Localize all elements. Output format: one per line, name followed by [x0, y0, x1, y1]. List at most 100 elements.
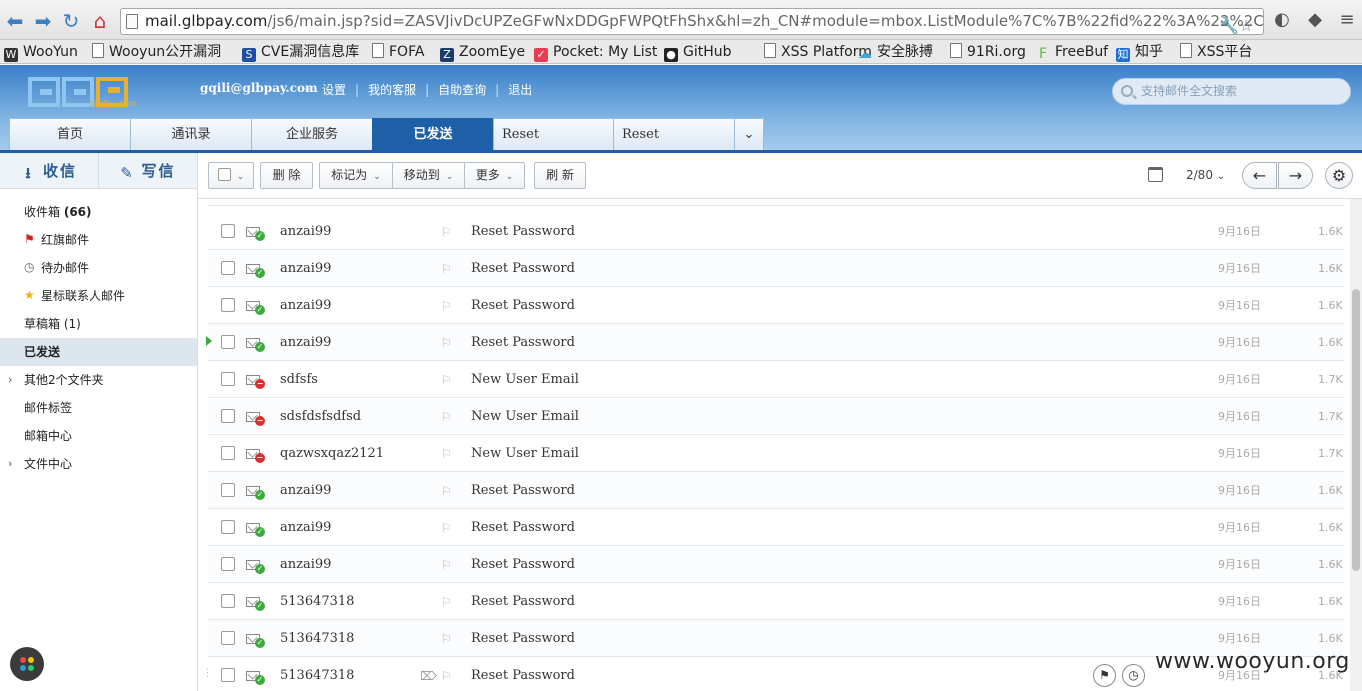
sidebar-item-other-folders[interactable]: › 其他2个文件夹 — [0, 366, 197, 394]
more-button[interactable]: 更多 ⌄ — [464, 162, 525, 189]
flag-icon[interactable]: ⚐ — [441, 410, 452, 424]
bookmark-icon[interactable]: ⚑ — [1093, 664, 1116, 687]
row-checkbox[interactable] — [221, 372, 235, 386]
bookmark-item[interactable]: 91Ri.org — [950, 42, 1026, 62]
delete-button[interactable]: 删 除 — [260, 162, 313, 189]
bookmark-item[interactable]: XSS Platform — [764, 42, 872, 62]
clock-icon[interactable]: ◷ — [1122, 664, 1145, 687]
flag-icon[interactable]: ⚐ — [441, 262, 452, 276]
mail-row[interactable]: − sdfsfs ⚐ New User Email 9月16日 1.7K — [208, 361, 1344, 398]
forward-arrow-icon[interactable]: ➡ — [32, 10, 54, 32]
back-arrow-icon[interactable]: ⬅ — [4, 10, 26, 32]
flag-icon[interactable]: ⚐ — [441, 373, 452, 387]
mail-row-partial[interactable] — [208, 199, 1344, 206]
flag-icon[interactable]: ⚐ — [441, 632, 452, 646]
row-checkbox[interactable] — [221, 409, 235, 423]
tab-mail-1[interactable]: Reset Password✕ — [493, 118, 614, 152]
compose-button[interactable]: ✎ 写信 — [98, 153, 196, 189]
flag-icon[interactable]: ⚐ — [441, 336, 452, 350]
sidebar-item-file-center[interactable]: › 文件中心 — [0, 450, 197, 478]
bookmark-item[interactable]: FOFA — [372, 42, 424, 62]
row-checkbox[interactable] — [221, 446, 235, 460]
calendar-icon[interactable] — [1148, 167, 1163, 182]
extension-icon[interactable]: 🔧 — [1219, 13, 1239, 34]
bookmark-item[interactable]: ● GitHub — [664, 42, 732, 62]
extension-diamond-icon[interactable]: ◆ — [1304, 9, 1326, 31]
mail-row[interactable]: ✓ anzai99 ⚐ Reset Password 9月16日 1.6K — [208, 287, 1344, 324]
bookmark-item[interactable]: ✓ Pocket: My List — [534, 42, 657, 62]
select-all-button[interactable]: ⌄ — [208, 162, 254, 189]
row-checkbox[interactable] — [221, 594, 235, 608]
mail-row[interactable]: ✓ anzai99 ⚐ Reset Password 9月16日 1.6K — [208, 213, 1344, 250]
mail-row[interactable]: ✓ anzai99 ⚐ Reset Password 9月16日 1.6K — [208, 250, 1344, 287]
address-bar[interactable]: mail.glbpay.com/js6/main.jsp?sid=ZASVJiv… — [120, 8, 1264, 35]
search-input[interactable]: 支持邮件全文搜索 — [1112, 78, 1351, 105]
tab-sent[interactable]: 已发送 — [372, 118, 494, 152]
receive-button[interactable]: ⭳ 收信 — [0, 153, 98, 189]
sidebar-item-mailbox-center[interactable]: 邮箱中心 — [0, 422, 197, 450]
customer-service-link[interactable]: 我的客服 — [368, 83, 416, 97]
flag-icon[interactable]: ⚐ — [441, 484, 452, 498]
mail-row[interactable]: − sdsfdsfsdfsd ⚐ New User Email 9月16日 1.7K — [208, 398, 1344, 435]
row-checkbox[interactable] — [221, 631, 235, 645]
move-to-button[interactable]: 移动到 ⌄ — [392, 162, 465, 189]
tab-enterprise[interactable]: 企业服务 — [251, 118, 373, 152]
chevron-down-icon[interactable]: ⌄ — [303, 81, 312, 94]
globe-icon[interactable]: ◐ — [1271, 9, 1293, 31]
scrollbar-thumb[interactable] — [1352, 289, 1360, 571]
sidebar-item-labels[interactable]: 邮件标签 — [0, 394, 197, 422]
sidebar-item-sent[interactable]: 已发送 — [0, 338, 197, 366]
list-settings-button[interactable]: ⚙ — [1325, 162, 1353, 189]
home-icon[interactable]: ⌂ — [89, 10, 111, 32]
trash-icon[interactable]: ⌦ — [420, 669, 437, 683]
mail-row[interactable]: ✓ anzai99 ⚐ Reset Password 9月16日 1.6K — [206, 324, 1344, 361]
reload-icon[interactable]: ↻ — [60, 10, 82, 32]
tab-mail-2[interactable]: Reset Password✕ — [613, 118, 735, 152]
flag-icon[interactable]: ⚐ — [441, 521, 452, 535]
drag-handle-icon[interactable]: :: — [206, 667, 209, 680]
mail-row[interactable]: ✓ anzai99 ⚐ Reset Password 9月16日 1.6K — [208, 546, 1344, 583]
bookmark-item[interactable]: S CVE漏洞信息库 — [242, 42, 359, 62]
logout-link[interactable]: 退出 — [508, 83, 532, 97]
mail-row[interactable]: ✓ anzai99 ⚐ Reset Password 9月16日 1.6K — [208, 509, 1344, 546]
sidebar-item-starred[interactable]: ★ 星标联系人邮件 — [0, 282, 197, 310]
bookmark-item[interactable]: ☁ 安全脉搏 — [858, 42, 933, 62]
row-checkbox[interactable] — [221, 668, 235, 682]
bookmark-star-icon[interactable]: ☆ — [1239, 13, 1253, 34]
chevron-right-icon[interactable]: › — [8, 450, 12, 478]
apps-grid-icon[interactable] — [10, 647, 44, 681]
bookmark-item[interactable]: Wooyun公开漏洞 — [92, 42, 221, 62]
flag-icon[interactable]: ⚐ — [441, 669, 452, 683]
tab-home[interactable]: 首页 — [9, 118, 131, 152]
settings-link[interactable]: 设置 — [322, 83, 346, 97]
row-checkbox[interactable] — [221, 261, 235, 275]
mail-row[interactable]: − qazwsxqaz2121 ⚐ New User Email 9月16日 1.7K — [208, 435, 1344, 472]
bookmark-item[interactable]: Z ZoomEye — [440, 42, 525, 62]
tab-contacts[interactable]: 通讯录 — [130, 118, 252, 152]
row-checkbox[interactable] — [221, 520, 235, 534]
row-checkbox[interactable] — [221, 483, 235, 497]
row-checkbox[interactable] — [221, 335, 235, 349]
row-checkbox[interactable] — [221, 298, 235, 312]
tabs-more-button[interactable]: ⌄ — [734, 118, 764, 152]
row-checkbox[interactable] — [221, 224, 235, 238]
mail-row[interactable]: ✓ 513647318 ⚐ Reset Password 9月16日 1.6K — [208, 583, 1344, 620]
mark-as-button[interactable]: 标记为 ⌄ — [319, 162, 393, 189]
page-indicator[interactable]: 2/80 ⌄ — [1186, 162, 1225, 190]
prev-page-button[interactable]: ← — [1242, 162, 1277, 189]
bookmark-item[interactable]: F FreeBuf — [1036, 42, 1108, 62]
menu-icon[interactable]: ≡ — [1336, 9, 1358, 31]
scrollbar[interactable] — [1350, 199, 1362, 691]
mail-row[interactable]: ✓ anzai99 ⚐ Reset Password 9月16日 1.6K — [208, 472, 1344, 509]
row-checkbox[interactable] — [221, 557, 235, 571]
bookmark-item[interactable]: W WooYun — [4, 42, 78, 62]
bookmark-item[interactable]: 知知乎 — [1116, 42, 1163, 62]
sidebar-item-inbox[interactable]: 收件箱 (66) — [0, 198, 197, 226]
flag-icon[interactable]: ⚐ — [441, 447, 452, 461]
flag-icon[interactable]: ⚐ — [441, 299, 452, 313]
flag-icon[interactable]: ⚐ — [441, 225, 452, 239]
next-page-button[interactable]: → — [1278, 162, 1313, 189]
sidebar-item-flagged[interactable]: ⚑ 红旗邮件 — [0, 226, 197, 254]
refresh-button[interactable]: 刷 新 — [534, 162, 586, 189]
select-all-checkbox[interactable] — [217, 168, 231, 181]
